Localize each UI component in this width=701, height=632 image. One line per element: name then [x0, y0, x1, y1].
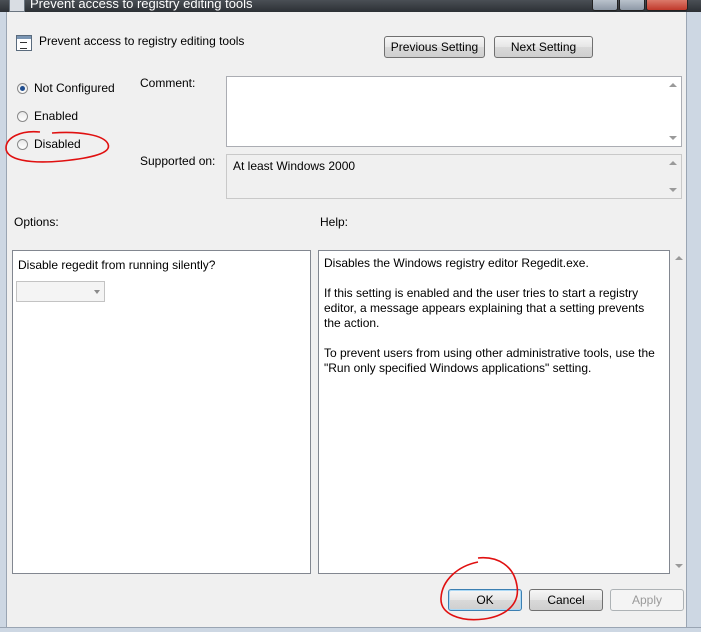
radio-enabled-indicator[interactable]	[17, 110, 28, 122]
apply-button[interactable]: Apply	[610, 589, 684, 611]
supported-on-label: Supported on:	[140, 154, 216, 168]
comment-scrollbar[interactable]	[665, 77, 681, 146]
help-scrollbar[interactable]	[672, 250, 686, 574]
policy-setting-icon	[16, 35, 32, 51]
comment-textbox[interactable]	[226, 76, 682, 147]
options-label: Options:	[14, 215, 59, 229]
cancel-label: Cancel	[547, 593, 585, 607]
window-title: Prevent access to registry editing tools	[30, 0, 253, 11]
app-icon	[9, 0, 25, 12]
supported-on-field: At least Windows 2000	[226, 154, 682, 199]
ok-label: OK	[476, 593, 494, 607]
scroll-up-icon[interactable]	[669, 83, 677, 87]
maximize-button[interactable]	[619, 0, 645, 11]
silent-mode-dropdown[interactable]	[16, 281, 105, 302]
help-label: Help:	[320, 215, 349, 229]
radio-enabled[interactable]: Enabled	[17, 108, 78, 124]
ok-button[interactable]: OK	[448, 589, 522, 611]
policy-name: Prevent access to registry editing tools	[39, 34, 245, 48]
radio-not-configured-label: Not Configured	[34, 81, 115, 95]
scroll-up-icon[interactable]	[669, 161, 677, 165]
apply-label: Apply	[631, 593, 663, 607]
next-setting-button[interactable]: Next Setting	[494, 36, 593, 58]
window-frame-bottom	[0, 627, 701, 632]
comment-label: Comment:	[140, 76, 196, 90]
supported-on-scrollbar[interactable]	[665, 155, 681, 198]
window-frame-right	[686, 12, 701, 632]
previous-setting-label: Previous Setting	[390, 40, 479, 54]
radio-not-configured[interactable]: Not Configured	[17, 80, 115, 96]
radio-not-configured-indicator[interactable]	[17, 82, 28, 94]
close-button[interactable]	[646, 0, 688, 11]
window-frame-left	[0, 12, 7, 632]
supported-on-value: At least Windows 2000	[233, 159, 356, 173]
options-prompt: Disable regedit from running silently?	[18, 258, 216, 272]
radio-disabled-label: Disabled	[34, 137, 81, 151]
scroll-up-icon[interactable]	[675, 256, 683, 260]
radio-disabled[interactable]: Disabled	[17, 136, 81, 152]
cancel-button[interactable]: Cancel	[529, 589, 603, 611]
scroll-down-icon[interactable]	[669, 136, 677, 140]
chevron-down-icon	[94, 290, 100, 294]
title-bar[interactable]: Prevent access to registry editing tools	[0, 0, 701, 12]
scroll-down-icon[interactable]	[669, 188, 677, 192]
previous-setting-button[interactable]: Previous Setting	[384, 36, 485, 58]
radio-enabled-label: Enabled	[34, 109, 79, 123]
next-setting-label: Next Setting	[510, 40, 577, 54]
help-text: Disables the Windows registry editor Reg…	[324, 256, 655, 375]
scroll-down-icon[interactable]	[675, 564, 683, 568]
help-panel: Disables the Windows registry editor Reg…	[318, 250, 670, 574]
radio-disabled-indicator[interactable]	[17, 138, 28, 150]
minimize-button[interactable]	[592, 0, 618, 11]
